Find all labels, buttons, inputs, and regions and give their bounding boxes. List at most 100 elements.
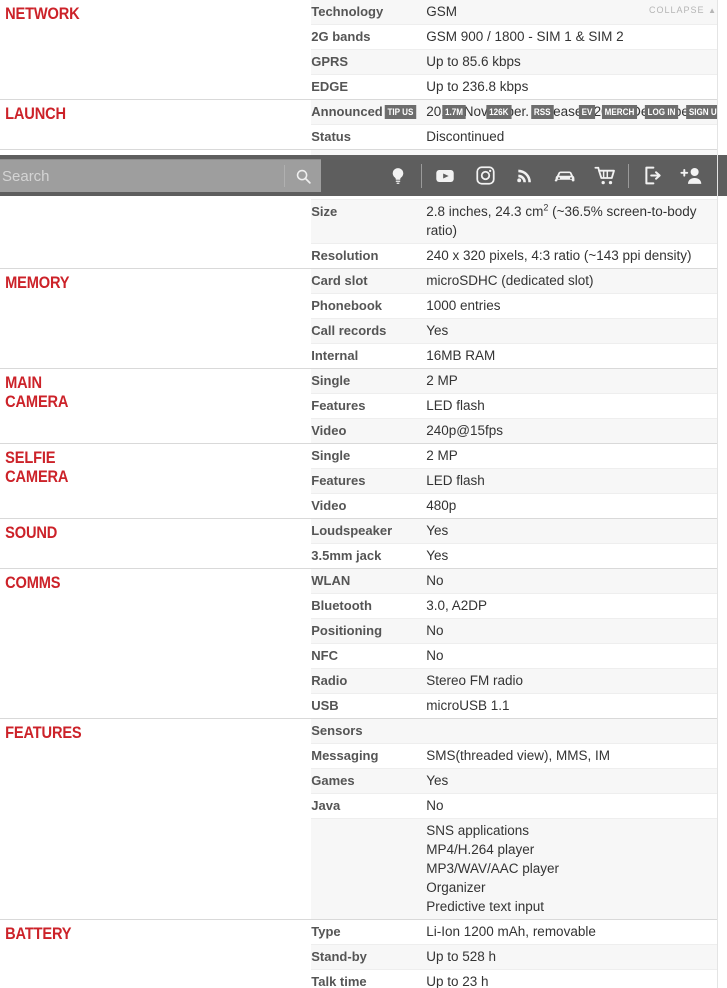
youtube-icon[interactable] (425, 155, 465, 196)
spec-value: 240 x 320 pixels, 4:3 ratio (~143 ppi de… (426, 243, 718, 268)
spec-row: Sensors (311, 719, 718, 744)
spec-key: Features (311, 393, 427, 419)
sign-up-icon[interactable] (672, 155, 712, 196)
spec-row: EDGE Up to 236.8 kbps (311, 74, 718, 99)
spec-row: SNS applications MP4/H.264 player MP3/WAV/… (311, 818, 718, 919)
spec-section-label-cell: SOUND (0, 518, 312, 569)
spec-rows: Type Li-Ion 1200 mAh, removable Stand-by Up… (311, 920, 718, 988)
spec-value-line: MP4/H.264 player (426, 842, 535, 857)
car-glyph-icon (554, 170, 575, 181)
spec-row: Positioning No (311, 618, 718, 644)
spec-key: Technology (311, 4, 384, 19)
spec-value: No (426, 643, 718, 669)
login-glyph-icon (644, 166, 661, 185)
spec-row: Size 2.8 inches, 24.3 cm2 (~36.5% screen-… (311, 199, 718, 244)
merch-badge[interactable]: MERCH (601, 105, 638, 119)
spec-section-rows-cell: Type Li-Ion 1200 mAh, removable Stand-by Up… (311, 919, 718, 988)
spec-row: Single 2 MP (311, 369, 718, 394)
spec-key: Radio (311, 668, 427, 694)
search-submit-button[interactable] (285, 160, 321, 192)
spec-rows: Loudspeaker Yes 3.5mm jack Yes (311, 519, 718, 568)
spec-row: Internal 16MB RAM (311, 343, 718, 368)
spec-key: GPRS (311, 49, 427, 75)
spec-key: Call records (311, 318, 427, 344)
followers-twitter-badge[interactable]: 126K (486, 105, 512, 119)
spec-value: Up to 85.6 kbps (426, 49, 718, 75)
spec-row: 3.5mm jack Yes (311, 543, 718, 568)
spec-row: Bluetooth 3.0, A2DP (311, 593, 718, 619)
search-box[interactable] (0, 159, 321, 192)
cart-glyph-icon (594, 166, 615, 184)
spec-section: SELFIE CAMERA Single 2 MP Features LED flash… (0, 443, 718, 519)
signup-glyph-icon (680, 167, 702, 184)
spec-value: 480p (426, 493, 718, 518)
spec-row: Video 240p@15fps (311, 418, 718, 443)
tip-us-badge[interactable]: TIP US (384, 105, 417, 119)
spec-row: Resolution 240 x 320 pixels, 4:3 ratio (~… (311, 243, 718, 268)
rss-icon[interactable] (505, 155, 545, 196)
spec-value: 3.0, A2DP (426, 593, 718, 619)
spec-section-label: MEMORY (5, 273, 70, 292)
spec-section-label-cell: BATTERY (0, 919, 312, 988)
spec-key: Talk time (311, 969, 427, 988)
tip-lightbulb-icon[interactable] (378, 155, 418, 196)
spec-row: Java No (311, 793, 718, 819)
spec-key: Card slot (311, 273, 368, 288)
spec-value: Yes (426, 318, 718, 344)
spec-key: Video (311, 418, 427, 443)
spec-key: Games (311, 768, 427, 794)
spec-section-label: NETWORK (5, 4, 80, 23)
spec-key: EDGE (311, 74, 427, 99)
spec-row: Loudspeaker Yes (311, 519, 718, 544)
followers-facebook-badge[interactable]: 1.7M (442, 105, 466, 119)
spec-section-label-cell: COMMS (0, 568, 312, 719)
search-input[interactable] (0, 160, 284, 192)
spec-key: Type (311, 924, 341, 939)
collapse-toggle[interactable]: COLLAPSE ▲ (649, 5, 717, 15)
spec-value: 2 MP (426, 448, 458, 463)
instagram-icon[interactable] (465, 155, 505, 196)
spec-value-line: Predictive text input (426, 899, 545, 914)
spec-rows: Single 2 MP Features LED flash Video 240p@15f… (311, 369, 718, 443)
spec-section: SOUND Loudspeaker Yes 3.5mm jack Yes (0, 518, 718, 569)
spec-value: 16MB RAM (426, 343, 718, 368)
log-in-icon[interactable] (632, 155, 672, 196)
spec-key: Resolution (311, 243, 427, 268)
spec-key: Video (311, 493, 427, 518)
spec-value: microSDHC (dedicated slot) (426, 273, 594, 288)
spec-value: 240p@15fps (426, 418, 718, 443)
spec-key: Java (311, 793, 427, 819)
spec-key: WLAN (311, 573, 351, 588)
spec-row: Type Li-Ion 1200 mAh, removable (311, 920, 718, 945)
car-icon[interactable] (545, 155, 585, 196)
site-navbar (0, 155, 727, 196)
spec-rows: WLAN No Bluetooth 3.0, A2DP Positioning No NFC… (311, 569, 718, 718)
spec-key: Stand-by (311, 944, 427, 970)
spec-value: Stereo FM radio (426, 668, 718, 694)
navbar-icon-group (378, 155, 712, 196)
spec-section-rows-cell: Card slot microSDHC (dedicated slot) Phone… (311, 268, 718, 369)
spec-row: Card slot microSDHC (dedicated slot) (311, 269, 718, 294)
collapse-label: COLLAPSE (649, 5, 705, 15)
spec-section-label: BATTERY (5, 924, 72, 943)
spec-row: Status Discontinued (311, 124, 718, 149)
spec-value-line: Organizer (426, 880, 486, 895)
spec-value: microUSB 1.1 (426, 693, 718, 718)
spec-key: Positioning (311, 618, 427, 644)
spec-value: 2.8 inches, 24.3 cm2 (~36.5% screen-to-b… (426, 199, 718, 244)
log-in-badge[interactable]: LOG IN (644, 105, 679, 119)
shopping-cart-icon[interactable] (585, 155, 625, 196)
navbar-separator-1 (421, 163, 422, 188)
spec-row: Video 480p (311, 493, 718, 518)
spec-value-superscript: 2 (543, 202, 549, 213)
spec-row: Features LED flash (311, 393, 718, 419)
rss-badge[interactable]: RSS (531, 105, 554, 119)
spec-row: 2G bands GSM 900 / 1800 - SIM 1 & SIM 2 (311, 24, 718, 50)
spec-key: USB (311, 693, 427, 718)
spec-row: Stand-by Up to 528 h (311, 944, 718, 970)
spec-section: MAIN CAMERA Single 2 MP Features LED flash Vi… (0, 368, 718, 444)
ev-badge[interactable]: EV (578, 105, 596, 119)
spec-value: Discontinued (426, 124, 718, 149)
spec-key: 2G bands (311, 24, 427, 50)
spec-row: Messaging SMS(threaded view), MMS, IM (311, 743, 718, 769)
